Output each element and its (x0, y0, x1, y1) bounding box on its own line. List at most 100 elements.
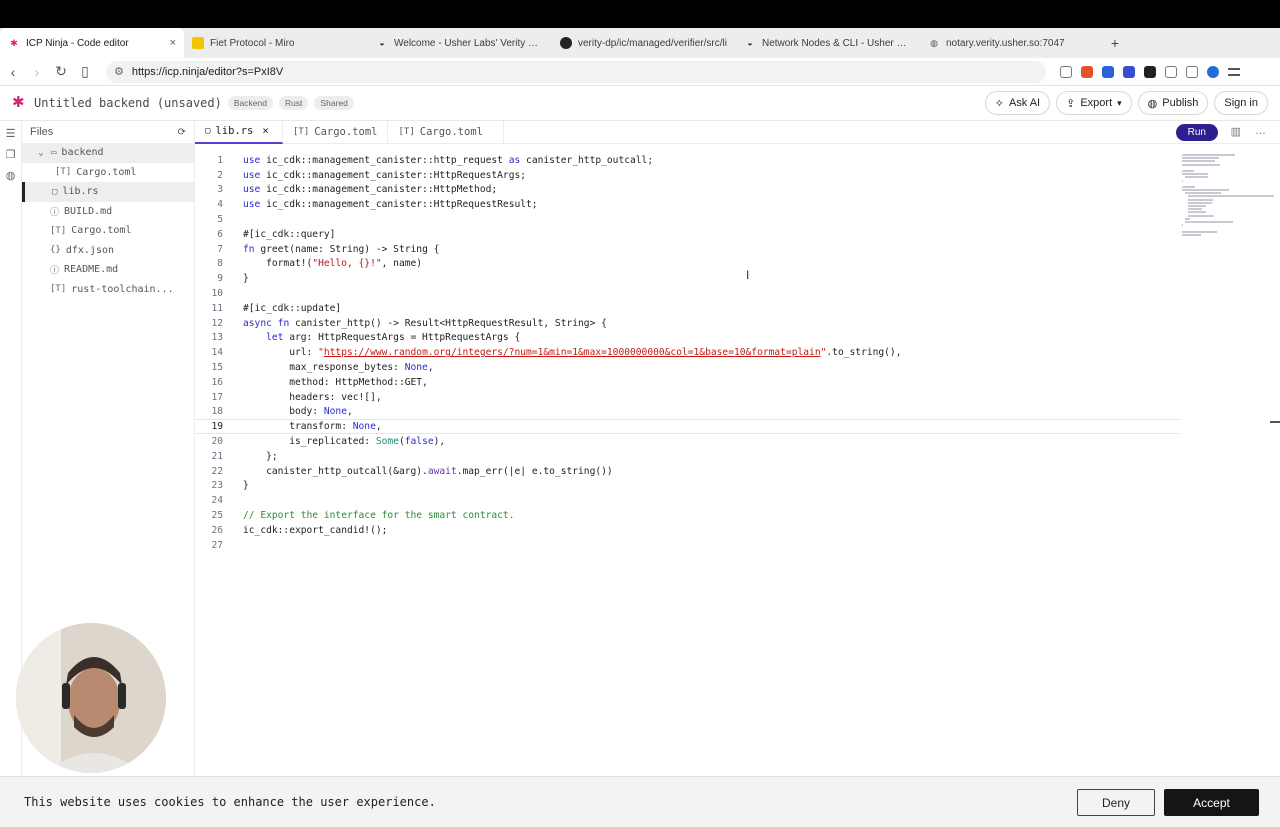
os-menu-bar (0, 0, 1280, 28)
menu-icon[interactable] (1228, 67, 1240, 76)
extension-blue-icon[interactable] (1102, 65, 1114, 78)
file-item[interactable]: ⓘ README.md (22, 260, 194, 280)
menu-icon[interactable]: ☰ (6, 127, 16, 140)
code-line[interactable]: 19 transform: None, (195, 419, 1180, 435)
browser-tab-icp-ninja[interactable]: ✱ ICP Ninja - Code editor × (0, 28, 184, 58)
globe-icon[interactable]: ◍ (6, 169, 16, 182)
code-line[interactable]: 9} (195, 271, 1180, 286)
refresh-icon[interactable]: ⟳ (178, 127, 186, 138)
file-item[interactable]: ▢ lib.rs (22, 182, 194, 202)
code-line[interactable]: 14 url: "https://www.random.org/integers… (195, 345, 1180, 360)
browser-tab-github[interactable]: verity-dp/ic/managed/verifier/src/li (552, 28, 736, 58)
code-line[interactable]: 1 use ic_cdk::management_canister::http_r… (195, 153, 1180, 168)
file-item[interactable]: [T] Cargo.toml (22, 163, 194, 183)
presenter-video (16, 623, 166, 773)
new-tab-button[interactable]: + (1104, 35, 1126, 51)
code-line[interactable]: 21 }; (195, 449, 1180, 464)
line-number: 18 (211, 406, 223, 418)
line-number: 7 (217, 243, 223, 255)
file-item[interactable]: {} dfx.json (22, 241, 194, 261)
accept-button[interactable]: Accept (1164, 789, 1259, 816)
forward-icon[interactable]: › (26, 64, 48, 80)
code-text: ic_cdk::export_candid!(); (243, 524, 388, 536)
url-field[interactable]: ⚙ https://icp.ninja/editor?s=PxI8V (106, 60, 1046, 83)
extension-indigo-icon[interactable] (1123, 65, 1135, 78)
browser-tab-usher-docs[interactable]: ◒ Welcome - Usher Labs' Verity Doc (368, 28, 552, 58)
files-icon[interactable]: ❐ (6, 148, 16, 161)
code-text: async fn canister_http() -> Result<HttpR… (243, 317, 607, 329)
code-line[interactable]: 12 async fn canister_http() -> Result<Htt… (195, 316, 1180, 331)
close-icon[interactable]: × (170, 37, 176, 49)
extensions-icon[interactable] (1165, 65, 1177, 78)
file-item-label: BUILD.md (64, 205, 113, 217)
run-button[interactable]: Run (1175, 124, 1218, 141)
browser-tab-usher-network[interactable]: ◒ Network Nodes & CLI - Usher Lab (736, 28, 920, 58)
more-icon[interactable]: … (1255, 125, 1266, 138)
close-icon[interactable]: × (262, 125, 268, 137)
code-editor[interactable]: 1 use ic_cdk::management_canister::http_r… (195, 153, 1180, 553)
code-line[interactable]: 18 body: None, (195, 405, 1180, 420)
deny-button[interactable]: Deny (1077, 789, 1155, 816)
code-line[interactable]: 5 (195, 212, 1180, 227)
code-text: is_replicated: Some(false), (243, 436, 446, 448)
code-line[interactable]: 7 fn greet(name: String) -> String { (195, 242, 1180, 257)
file-item[interactable]: ⌄ ▭ backend (22, 143, 194, 163)
code-line[interactable]: 10 (195, 286, 1180, 301)
file-item[interactable]: [T] rust-toolchain... (22, 280, 194, 300)
app-header: ✱ Untitled backend (unsaved) Backend Rus… (0, 86, 1280, 121)
chevron-down-icon[interactable]: ⌄ (36, 148, 46, 158)
editor-tab-cargo-toml[interactable]: [T] Cargo.toml (388, 120, 505, 144)
code-line[interactable]: 3 use ic_cdk::management_canister::HttpMe… (195, 183, 1180, 198)
line-number: 6 (217, 228, 223, 240)
code-line[interactable]: 24 (195, 493, 1180, 508)
code-text: body: None, (243, 406, 353, 418)
editor-tab-cargo-toml[interactable]: [T] Cargo.toml (283, 120, 389, 144)
publish-button[interactable]: ◍ Publish (1137, 91, 1209, 115)
code-line[interactable]: 13 let arg: HttpRequestArgs = HttpReques… (195, 331, 1180, 346)
code-line[interactable]: 23} (195, 479, 1180, 494)
code-line[interactable]: 2 use ic_cdk::management_canister::HttpRe… (195, 168, 1180, 183)
site-settings-icon[interactable]: ⚙ (114, 65, 124, 78)
split-view-icon[interactable]: ▥ (1231, 125, 1241, 138)
sidebar-icon[interactable] (1186, 65, 1198, 78)
file-item[interactable]: ⓘ BUILD.md (22, 202, 194, 222)
line-number: 16 (211, 376, 223, 388)
minimap[interactable] (1182, 154, 1274, 236)
brave-shield-icon[interactable] (1081, 65, 1093, 78)
code-text: } (243, 480, 249, 492)
export-button[interactable]: ⇪ Export ▾ (1056, 91, 1132, 115)
code-line[interactable]: 27 (195, 538, 1180, 553)
code-line[interactable]: 22 canister_http_outcall(&arg).await.map… (195, 464, 1180, 479)
notion-icon[interactable] (1144, 65, 1156, 78)
back-icon[interactable]: ‹ (2, 64, 24, 80)
code-line[interactable]: 26 ic_cdk::export_candid!(); (195, 523, 1180, 538)
reload-icon[interactable]: ↻ (50, 63, 72, 80)
code-line[interactable]: 16 method: HttpMethod::GET, (195, 375, 1180, 390)
project-title[interactable]: Untitled backend (unsaved) (34, 96, 222, 110)
code-line[interactable]: 20 is_replicated: Some(false), (195, 434, 1180, 449)
minimap-line (1182, 179, 1183, 182)
code-line[interactable]: 11 #[ic_cdk::update] (195, 301, 1180, 316)
browser-tab-notary[interactable]: ◍ notary.verity.usher.so:7047 (920, 28, 1104, 58)
code-line[interactable]: 6 #[ic_cdk::query] (195, 227, 1180, 242)
browser-tab-title: Fiet Protocol - Miro (210, 37, 295, 49)
code-line[interactable]: 8 format!("Hello, {}!", name) (195, 257, 1180, 272)
scrollbar-marker[interactable] (1270, 421, 1280, 423)
ask-ai-button[interactable]: ✧ Ask AI (984, 91, 1051, 115)
code-line[interactable]: 4 use ic_cdk::management_canister::HttpRe… (195, 197, 1180, 212)
code-line[interactable]: 25 // Export the interface for the smart … (195, 508, 1180, 523)
file-item[interactable]: [T] Cargo.toml (22, 221, 194, 241)
icp-ninja-logo-icon[interactable]: ✱ (12, 95, 26, 110)
browser-tab-miro[interactable]: Fiet Protocol - Miro (184, 28, 368, 58)
share-icon[interactable] (1060, 65, 1072, 78)
wallet-icon[interactable] (1207, 65, 1219, 78)
editor-tab-lib-rs[interactable]: ▢ lib.rs × (195, 120, 283, 144)
browser-tab-title: ICP Ninja - Code editor (26, 37, 129, 49)
code-text: } (243, 273, 249, 285)
code-line[interactable]: 17 headers: vec![], (195, 390, 1180, 405)
code-line[interactable]: 15 max_response_bytes: None, (195, 360, 1180, 375)
sign-in-button[interactable]: Sign in (1214, 91, 1268, 115)
code-text: #[ic_cdk::update] (243, 302, 342, 314)
bookmark-icon[interactable]: ▯ (74, 63, 96, 80)
minimap-line (1188, 211, 1206, 214)
